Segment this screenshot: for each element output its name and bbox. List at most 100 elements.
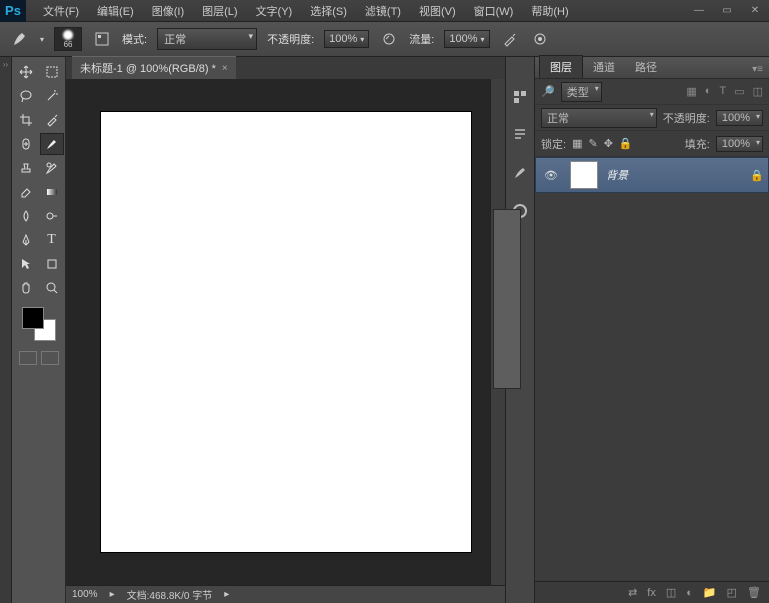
filter-type-icon[interactable]: 🔎 (541, 85, 555, 98)
filter-type-dropdown[interactable]: 类型 (561, 82, 602, 102)
zoom-tool[interactable] (40, 277, 64, 299)
group-icon[interactable]: 📁 (703, 586, 717, 599)
screenmode-toggle[interactable] (41, 351, 59, 365)
filter-adjust-icon[interactable]: ◐ (705, 85, 712, 98)
tab-channels[interactable]: 通道 (583, 56, 625, 78)
brush-size-label: 66 (64, 40, 73, 49)
lock-transparency-icon[interactable]: ▦ (572, 137, 582, 150)
eraser-tool[interactable] (14, 181, 38, 203)
brush-panel-toggle-icon[interactable] (92, 29, 112, 49)
pressure-opacity-icon[interactable] (379, 29, 399, 49)
layer-opacity-input[interactable]: 100% (716, 110, 763, 126)
stamp-tool[interactable] (14, 157, 38, 179)
tab-layers[interactable]: 图层 (539, 55, 583, 78)
lock-position-icon[interactable]: ✥ (604, 137, 613, 150)
menu-filter[interactable]: 滤镜(T) (356, 0, 410, 22)
zoom-level[interactable]: 100% (72, 589, 98, 600)
lock-all-icon[interactable]: 🔒 (619, 137, 633, 150)
brush-panel-icon[interactable] (510, 163, 530, 183)
maximize-button[interactable]: ▭ (713, 2, 741, 20)
vertical-scrollbar[interactable] (490, 79, 505, 585)
brush-tool[interactable] (40, 133, 64, 155)
flow-input[interactable]: 100% (444, 30, 489, 48)
tool-preset-icon[interactable] (10, 29, 30, 49)
menu-view[interactable]: 视图(V) (410, 0, 465, 22)
link-layers-icon[interactable]: ⇄ (628, 586, 637, 599)
layer-row[interactable]: 👁 背景 🔒 (535, 157, 769, 193)
filter-shape-icon[interactable]: ▭ (734, 85, 744, 98)
pen-tool[interactable] (14, 229, 38, 251)
airbrush-icon[interactable] (500, 29, 520, 49)
layer-blend-dropdown[interactable]: 正常 (541, 108, 657, 128)
close-button[interactable]: ✕ (741, 2, 769, 20)
document-tab[interactable]: 未标题-1 @ 100%(RGB/8) * × (72, 56, 236, 79)
eyedropper-tool[interactable] (40, 109, 64, 131)
layer-style-icon[interactable]: fx (647, 587, 656, 599)
layer-fill-input[interactable]: 100% (716, 136, 763, 152)
lasso-tool[interactable] (14, 85, 38, 107)
window-controls: — ▭ ✕ (685, 2, 769, 20)
document-area: 未标题-1 @ 100%(RGB/8) * × 100% ▸ 文档:468.8K… (66, 57, 505, 603)
quickmask-toggle[interactable] (19, 351, 37, 365)
menu-file[interactable]: 文件(F) (34, 0, 88, 22)
gradient-tool[interactable] (40, 181, 64, 203)
opacity-input[interactable]: 100% (324, 30, 369, 48)
menu-window[interactable]: 窗口(W) (465, 0, 523, 22)
foreground-color[interactable] (22, 307, 44, 329)
doc-info-icon[interactable]: ▸ (110, 589, 115, 600)
layer-name[interactable]: 背景 (606, 167, 742, 183)
mode-label: 模式: (122, 31, 147, 47)
title-bar: Ps 文件(F) 编辑(E) 图像(I) 图层(L) 文字(Y) 选择(S) 滤… (0, 0, 769, 22)
close-tab-icon[interactable]: × (222, 63, 228, 74)
brush-preset-picker[interactable]: 66 (54, 27, 82, 51)
marquee-tool[interactable] (40, 61, 64, 83)
menu-layer[interactable]: 图层(L) (193, 0, 246, 22)
crop-tool[interactable] (14, 109, 38, 131)
hand-tool[interactable] (14, 277, 38, 299)
history-panel-icon[interactable] (510, 87, 530, 107)
dodge-tool[interactable] (40, 205, 64, 227)
layer-thumbnail[interactable] (570, 161, 598, 189)
filter-text-icon[interactable]: T (719, 85, 726, 98)
filter-pixel-icon[interactable]: ▦ (686, 85, 696, 98)
blend-mode-dropdown[interactable]: 正常 (157, 28, 257, 50)
flow-label: 流量: (409, 31, 434, 47)
menu-image[interactable]: 图像(I) (143, 0, 193, 22)
tool-palette: T (12, 57, 66, 603)
panel-menu-icon[interactable]: ▾≡ (746, 61, 769, 78)
visibility-toggle-icon[interactable]: 👁 (540, 169, 562, 182)
menu-edit[interactable]: 编辑(E) (88, 0, 143, 22)
collapse-tools-strip[interactable]: ›› (0, 57, 12, 603)
character-panel-icon[interactable] (510, 125, 530, 145)
move-tool[interactable] (14, 61, 38, 83)
path-select-tool[interactable] (14, 253, 38, 275)
new-layer-icon[interactable]: ◰ (727, 586, 737, 599)
canvas-viewport[interactable] (66, 79, 505, 585)
main-menu: 文件(F) 编辑(E) 图像(I) 图层(L) 文字(Y) 选择(S) 滤镜(T… (34, 0, 685, 22)
dropdown-arrow-icon[interactable]: ▾ (40, 35, 44, 44)
shape-tool[interactable] (40, 253, 64, 275)
type-tool[interactable]: T (40, 229, 64, 251)
filter-smart-icon[interactable]: ◫ (753, 85, 763, 98)
status-menu-icon[interactable]: ▸ (224, 589, 229, 600)
layers-footer: ⇄ fx ◫ ◐ 📁 ◰ 🗑 (535, 581, 769, 603)
blur-tool[interactable] (14, 205, 38, 227)
layer-lock-icon: 🔒 (750, 169, 764, 182)
healing-tool[interactable] (14, 133, 38, 155)
menu-help[interactable]: 帮助(H) (522, 0, 577, 22)
history-brush-tool[interactable] (40, 157, 64, 179)
color-swatch[interactable] (22, 307, 56, 341)
adjustment-layer-icon[interactable]: ◐ (686, 587, 693, 599)
menu-type[interactable]: 文字(Y) (247, 0, 302, 22)
status-bar: 100% ▸ 文档:468.8K/0 字节 ▸ (66, 585, 505, 603)
wand-tool[interactable] (40, 85, 64, 107)
menu-select[interactable]: 选择(S) (301, 0, 356, 22)
lock-pixels-icon[interactable]: ✎ (588, 137, 597, 150)
delete-layer-icon[interactable]: 🗑 (747, 586, 761, 599)
layer-mask-icon[interactable]: ◫ (666, 586, 676, 599)
scrollbar-thumb[interactable] (493, 209, 521, 389)
minimize-button[interactable]: — (685, 2, 713, 20)
tab-paths[interactable]: 路径 (625, 56, 667, 78)
pressure-size-icon[interactable] (530, 29, 550, 49)
canvas[interactable] (101, 112, 471, 552)
